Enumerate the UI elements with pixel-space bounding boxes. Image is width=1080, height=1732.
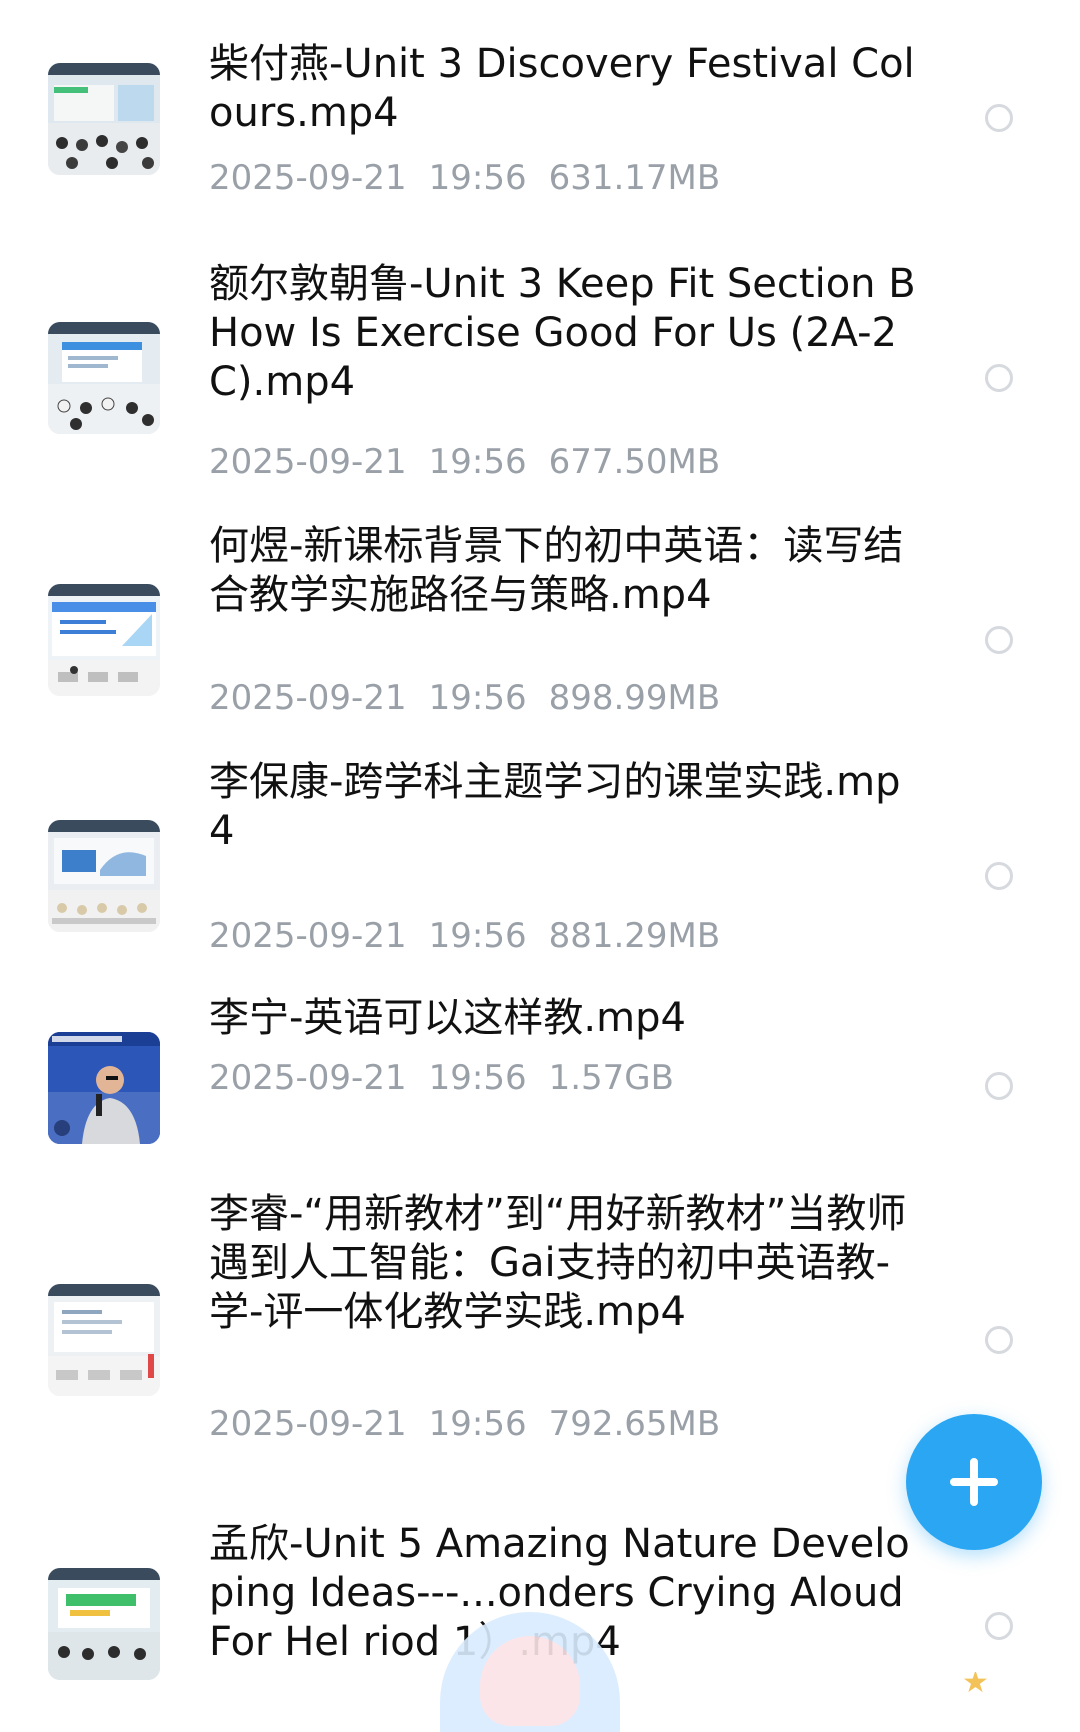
select-radio[interactable] xyxy=(985,364,1013,392)
mascot-face xyxy=(480,1636,580,1726)
select-radio[interactable] xyxy=(985,862,1013,890)
file-size: 881.29MB xyxy=(548,916,721,956)
list-item[interactable]: 李保康-跨学科主题学习的课堂实践.mp4 2025-09-21 19:56 881.… xyxy=(0,734,1080,970)
file-size: 898.99MB xyxy=(548,678,721,718)
file-time: 19:56 xyxy=(428,678,527,718)
file-date: 2025-09-21 xyxy=(209,916,407,956)
file-name: 额尔敦朝鲁-Unit 3 Keep Fit Section B How Is E… xyxy=(209,261,916,405)
file-date: 2025-09-21 xyxy=(209,442,407,482)
file-name: 李保康-跨学科主题学习的课堂实践.mp4 xyxy=(209,759,901,854)
file-date: 2025-09-21 xyxy=(209,678,407,718)
file-name: 柴付燕-Unit 3 Discovery Festival Colours.mp… xyxy=(209,41,915,136)
file-meta: 2025-09-21 19:56 677.50MB xyxy=(209,442,742,482)
select-radio[interactable] xyxy=(985,626,1013,654)
file-date: 2025-09-21 xyxy=(209,158,407,198)
file-date: 2025-09-21 xyxy=(209,1404,407,1444)
file-meta: 2025-09-21 19:56 631.17MB xyxy=(209,158,742,198)
video-thumbnail xyxy=(48,1568,160,1680)
file-time: 19:56 xyxy=(428,1058,527,1098)
video-thumbnail xyxy=(48,820,160,932)
video-thumbnail xyxy=(48,584,160,696)
file-size: 1.57GB xyxy=(548,1058,674,1098)
lecture-thumbnail-icon xyxy=(48,584,160,696)
file-name: 李宁-英语可以这样教.mp4 xyxy=(209,995,686,1041)
classroom-thumbnail-icon xyxy=(48,63,160,175)
video-thumbnail xyxy=(48,1032,160,1144)
file-date: 2025-09-21 xyxy=(209,1058,407,1098)
list-item[interactable]: 李睿-“用新教材”到“用好新教材”当教师遇到人工智能：Gai支持的初中英语教-学… xyxy=(0,1166,1080,1464)
lecture-thumbnail-icon xyxy=(48,820,160,932)
plus-icon xyxy=(950,1458,998,1506)
file-meta: 2025-09-21 19:56 898.99MB xyxy=(209,678,742,718)
file-name: 何煜-新课标背景下的初中英语：读写结合教学实施路径与策略.mp4 xyxy=(209,523,904,618)
file-size: 792.65MB xyxy=(548,1404,721,1444)
star-icon: ★ xyxy=(962,1672,989,1694)
speaker-thumbnail-icon xyxy=(48,1032,160,1144)
video-thumbnail xyxy=(48,322,160,434)
file-meta: 2025-09-21 19:56 792.65MB xyxy=(209,1404,742,1444)
list-item[interactable]: 李宁-英语可以这样教.mp4 2025-09-21 19:56 1.57GB xyxy=(0,970,1080,1166)
list-item[interactable]: 何煜-新课标背景下的初中英语：读写结合教学实施路径与策略.mp4 2025-09… xyxy=(0,498,1080,734)
file-size: 631.17MB xyxy=(548,158,721,198)
list-item[interactable]: 柴付燕-Unit 3 Discovery Festival Colours.mp… xyxy=(0,0,1080,236)
file-meta: 2025-09-21 19:56 1.57GB xyxy=(209,1058,696,1098)
file-name: 李睿-“用新教材”到“用好新教材”当教师遇到人工智能：Gai支持的初中英语教-学… xyxy=(209,1191,907,1335)
file-time: 19:56 xyxy=(428,158,527,198)
classroom-thumbnail-icon xyxy=(48,322,160,434)
file-meta: 2025-09-21 19:56 881.29MB xyxy=(209,916,742,956)
video-thumbnail xyxy=(48,1284,160,1396)
video-thumbnail xyxy=(48,63,160,175)
file-time: 19:56 xyxy=(428,1404,527,1444)
list-item[interactable]: 额尔敦朝鲁-Unit 3 Keep Fit Section B How Is E… xyxy=(0,236,1080,498)
select-radio[interactable] xyxy=(985,1326,1013,1354)
select-radio[interactable] xyxy=(985,104,1013,132)
add-button[interactable] xyxy=(906,1414,1042,1550)
file-size: 677.50MB xyxy=(548,442,721,482)
classroom-thumbnail-icon xyxy=(48,1568,160,1680)
lecture-thumbnail-icon xyxy=(48,1284,160,1396)
select-radio[interactable] xyxy=(985,1072,1013,1100)
select-radio[interactable] xyxy=(985,1612,1013,1640)
file-time: 19:56 xyxy=(428,442,527,482)
file-time: 19:56 xyxy=(428,916,527,956)
